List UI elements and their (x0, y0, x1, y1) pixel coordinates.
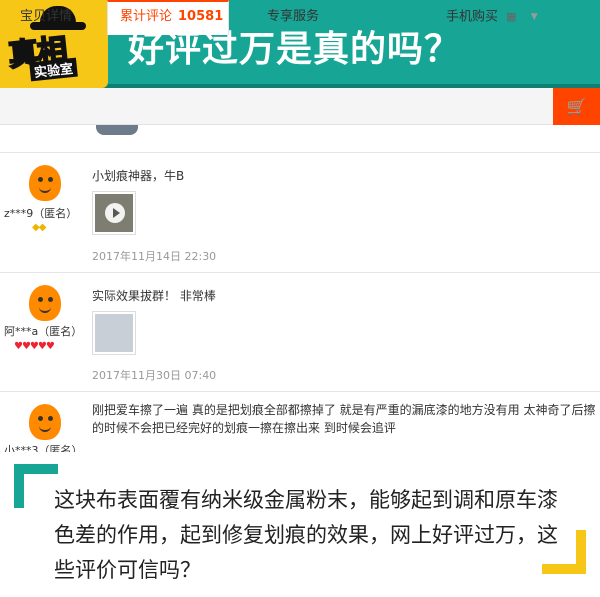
review-divider (0, 152, 600, 153)
review-count: 10581 (178, 9, 224, 24)
buyer-level-badge: ♥♥♥♥♥ (14, 341, 55, 352)
chevron-down-icon: ▼ (530, 12, 538, 22)
review-text: 实际效果拔群！ 非常棒 (92, 289, 216, 303)
play-icon (105, 203, 125, 223)
review-date: 2017年11月30日 07:40 (92, 369, 217, 382)
quote-corner-top-left (14, 464, 58, 508)
review-video-thumbnail[interactable] (92, 191, 136, 235)
logo-subtext: 实验室 (29, 57, 78, 82)
cart-icon: 🛒 (566, 97, 587, 116)
qr-icon: ▦ (506, 10, 517, 23)
tab-mobile-purchase[interactable]: 手机购买 ▦ ▼ (446, 0, 538, 36)
tab-details[interactable]: 宝贝详情 (20, 0, 72, 36)
review-username: z***9（匿名） (4, 207, 78, 220)
review-divider (0, 272, 600, 273)
review-photo-thumbnail[interactable] (92, 311, 136, 355)
tab-bar (0, 88, 600, 125)
avatar (25, 163, 65, 203)
tab-service[interactable]: 专享服务 (267, 0, 319, 36)
review-username: 阿***a（匿名） (4, 325, 83, 338)
tab-service-label: 专享服务 (267, 9, 320, 24)
review-date: 2017年11月14日 22:30 (92, 250, 217, 263)
avatar (25, 402, 65, 442)
tab-reviews[interactable]: 累计评论 10581 (107, 0, 229, 35)
previous-review-thumbnail[interactable] (96, 125, 138, 135)
tab-details-label: 宝贝详情 (20, 9, 73, 24)
question-text: 这块布表面覆有纳米级金属粉末，能够起到调和原车漆色差的作用，起到修复划痕的效果，… (54, 488, 558, 582)
review-divider (0, 391, 600, 392)
review-text: 小划痕神器，牛B (92, 169, 185, 183)
tab-reviews-label: 累计评论 (120, 9, 173, 24)
avatar (25, 283, 65, 323)
tab-mobile-label: 手机购买 (446, 9, 499, 25)
buyer-level-badge: ◆◆ (32, 222, 46, 233)
review-text: 刚把爱车擦了一遍 真的是把划痕全部都擦掉了 就是有严重的漏底漆的地方没有用 太神… (92, 403, 596, 435)
cart-button[interactable]: 🛒 (553, 88, 600, 125)
